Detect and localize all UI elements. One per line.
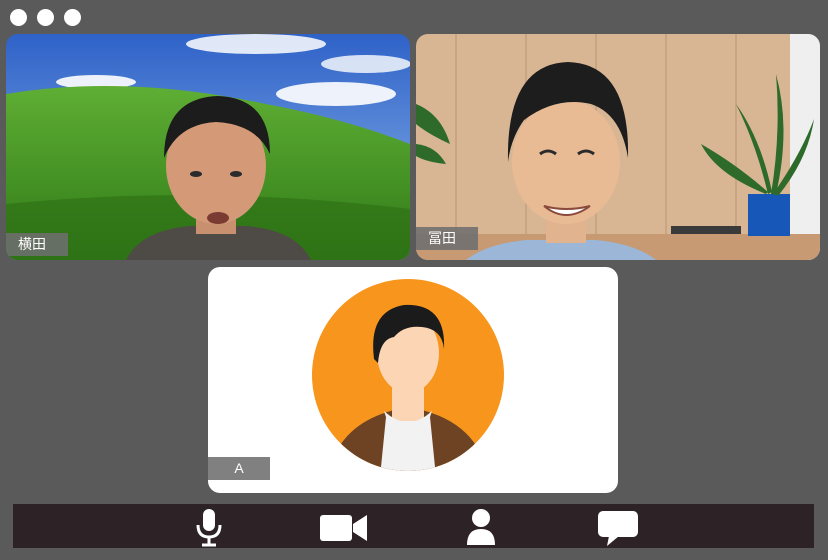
participant-video-tile-2[interactable]: 冨田 [416, 34, 820, 260]
video-camera-icon [320, 515, 367, 541]
microphone-button[interactable] [189, 507, 229, 547]
participant-video-1 [6, 34, 410, 260]
microphone-icon [196, 509, 222, 547]
participant-name-label: 冨田 [416, 227, 478, 250]
window-dot-close[interactable] [10, 9, 27, 26]
participant-name-label: 横田 [6, 233, 68, 256]
participant-name-label: A [208, 457, 270, 480]
participant-avatar-tile[interactable]: A [208, 267, 618, 493]
window-dot-minimize[interactable] [37, 9, 54, 26]
chat-button[interactable] [597, 507, 638, 547]
window-dot-maximize[interactable] [64, 9, 81, 26]
participants-icon [467, 509, 495, 545]
chat-icon [598, 511, 638, 546]
video-camera-button[interactable] [319, 507, 367, 547]
participants-button[interactable] [461, 507, 501, 547]
participant-video-tile-1[interactable]: 横田 [6, 34, 410, 260]
meeting-toolbar [13, 504, 814, 548]
